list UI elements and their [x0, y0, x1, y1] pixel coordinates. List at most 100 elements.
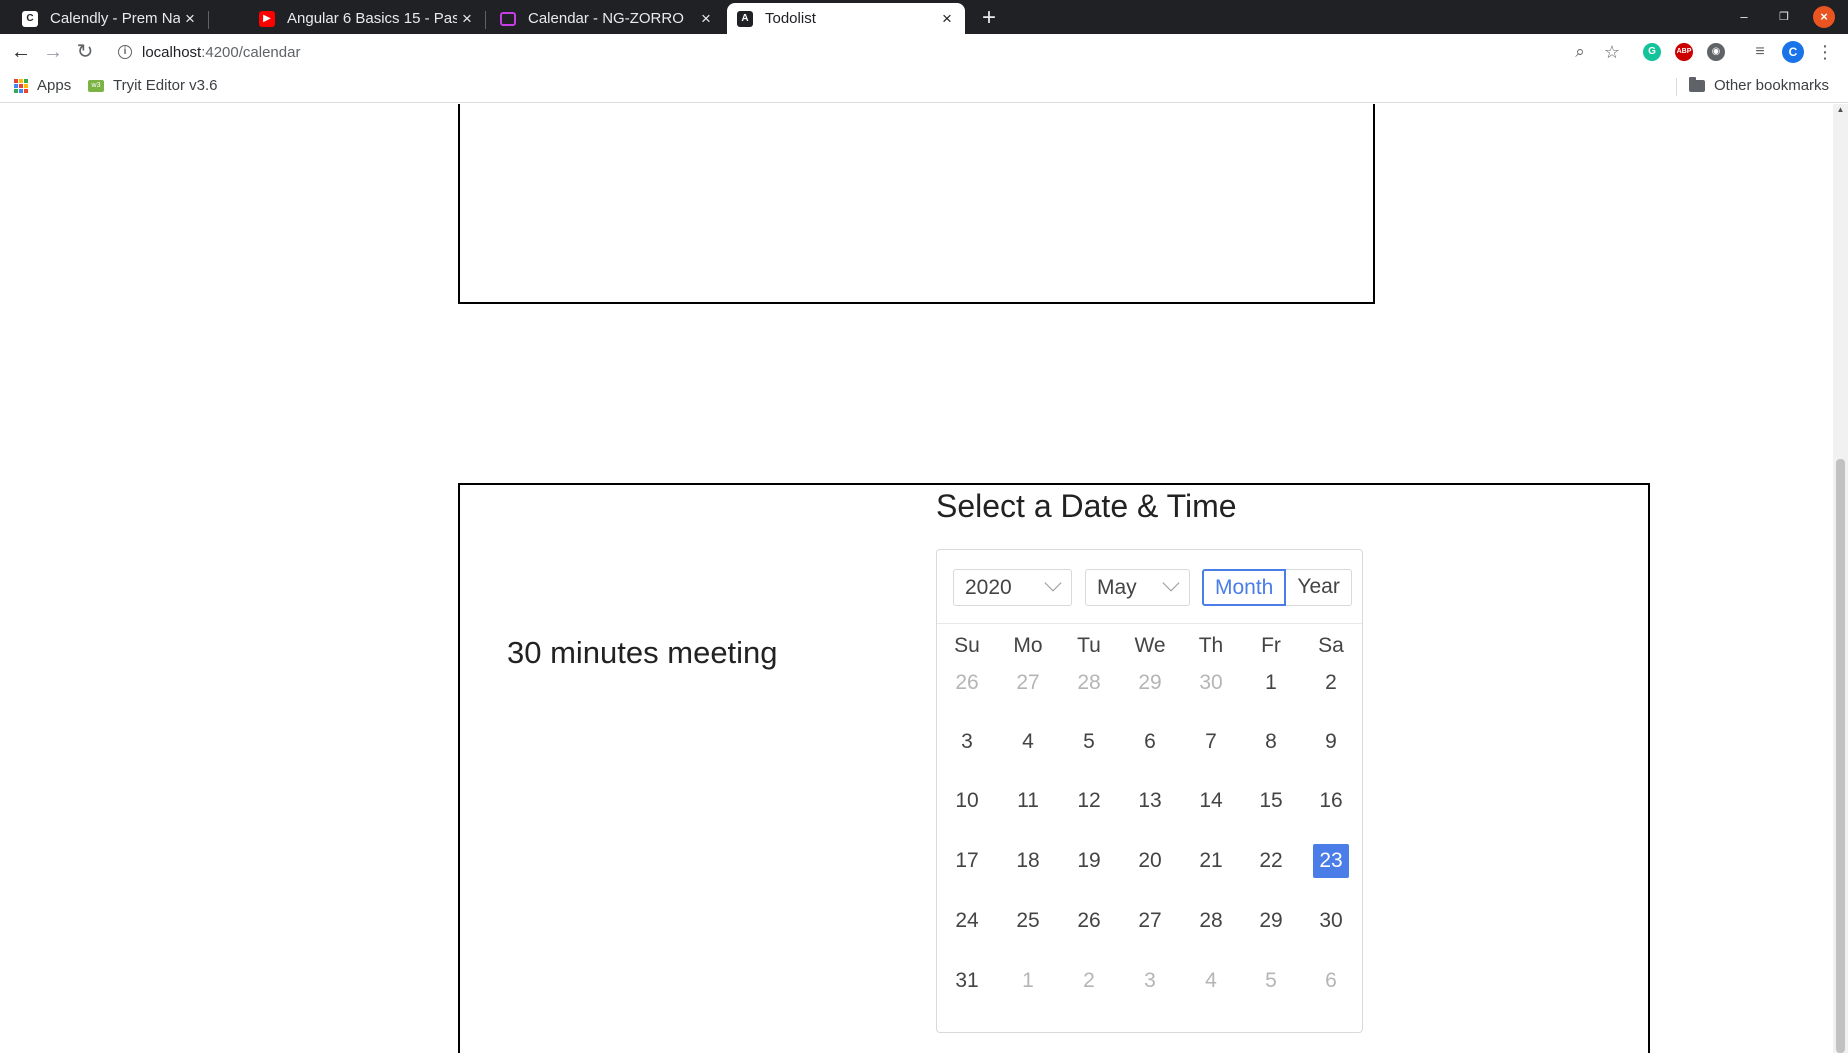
year-select[interactable]: 2020	[953, 569, 1072, 606]
minimize-icon[interactable]: –	[1733, 6, 1755, 28]
page-scrollbar[interactable]: ▲	[1833, 104, 1848, 1053]
date-cell[interactable]: 19	[1071, 844, 1107, 878]
restore-icon[interactable]: ❐	[1773, 6, 1795, 28]
top-bordered-box	[458, 104, 1375, 304]
scrollbar-thumb[interactable]	[1836, 459, 1845, 1053]
select-date-title: Select a Date & Time	[936, 488, 1237, 524]
calendar-header: 2020 May Month Year	[937, 550, 1362, 624]
weekday-label: Th	[1198, 634, 1224, 657]
close-window-icon[interactable]: ×	[1813, 6, 1835, 28]
date-cell[interactable]: 4	[1010, 725, 1046, 759]
date-cell[interactable]: 6	[1132, 725, 1168, 759]
date-cell[interactable]: 7	[1193, 725, 1229, 759]
close-tab-icon[interactable]: ×	[696, 9, 716, 29]
date-cell[interactable]: 6	[1313, 964, 1349, 998]
other-bookmarks-label: Other bookmarks	[1714, 77, 1830, 94]
zoom-icon[interactable]: ⌕	[1568, 40, 1592, 64]
adblock-icon[interactable]: ABP	[1675, 43, 1693, 61]
date-cell[interactable]: 5	[1253, 964, 1289, 998]
date-cell[interactable]: 4	[1193, 964, 1229, 998]
url-path: :4200/calendar	[201, 43, 301, 61]
ng-zorro-favicon-icon	[500, 11, 516, 26]
reload-icon[interactable]: ↻	[73, 40, 97, 64]
apps-bookmark[interactable]: Apps	[14, 77, 71, 94]
new-tab-button[interactable]: +	[975, 4, 1003, 32]
tab-todolist[interactable]: A Todolist ×	[727, 3, 965, 34]
date-cell[interactable]: 3	[1132, 964, 1168, 998]
calendar-card: 2020 May Month Year Su Mo Tu We Th Fr Sa 26 27 2…	[936, 549, 1363, 1033]
weekday-label: Sa	[1318, 634, 1344, 657]
bookmark-star-icon[interactable]: ☆	[1600, 40, 1624, 64]
date-cell[interactable]: 25	[1010, 904, 1046, 938]
url-text: localhost:4200/calendar	[142, 44, 300, 61]
date-cell[interactable]: 29	[1132, 666, 1168, 700]
date-cell[interactable]: 27	[1010, 666, 1046, 700]
date-cell[interactable]: 21	[1193, 844, 1229, 878]
date-cell[interactable]: 15	[1253, 784, 1289, 818]
date-cell[interactable]: 10	[949, 784, 985, 818]
date-cell[interactable]: 26	[949, 666, 985, 700]
month-mode-button[interactable]: Month	[1202, 569, 1287, 606]
weekday-header-row: Su Mo Tu We Th Fr Sa	[937, 634, 1362, 664]
menu-kebab-icon[interactable]: ⋮	[1813, 40, 1837, 64]
meeting-title: 30 minutes meeting	[507, 635, 778, 670]
tab-ng-zorro[interactable]: Calendar - NG-ZORRO ×	[478, 3, 724, 34]
profile-avatar[interactable]: C	[1782, 41, 1804, 63]
apps-label: Apps	[37, 77, 72, 94]
date-cell[interactable]: 13	[1132, 784, 1168, 818]
date-cell[interactable]: 31	[949, 964, 985, 998]
date-cell[interactable]: 2	[1313, 666, 1349, 700]
bookmarks-bar: Apps w3 Tryit Editor v3.6 Other bookmark…	[0, 70, 1848, 103]
w3schools-icon: w3	[88, 79, 104, 92]
year-mode-button[interactable]: Year	[1286, 569, 1352, 606]
date-cell-selected[interactable]: 23	[1313, 844, 1349, 878]
date-cell[interactable]: 9	[1313, 725, 1349, 759]
close-tab-icon[interactable]: ×	[937, 9, 957, 29]
extension-icon[interactable]: ◉	[1707, 43, 1725, 61]
date-cell[interactable]: 16	[1313, 784, 1349, 818]
year-select-value: 2020	[965, 576, 1012, 599]
tab-angular-basics[interactable]: ▶ Angular 6 Basics 15 - Pass ×	[239, 3, 486, 34]
weekday-label: Tu	[1077, 634, 1101, 657]
date-cell[interactable]: 27	[1132, 904, 1168, 938]
other-bookmarks-folder[interactable]: Other bookmarks	[1689, 76, 1830, 94]
browser-toolbar: ← → ↻ i localhost:4200/calendar ⌕ ☆ G AB…	[0, 34, 1848, 70]
date-cell[interactable]: 3	[949, 725, 985, 759]
back-arrow-icon[interactable]: ←	[9, 40, 33, 64]
date-cell[interactable]: 1	[1010, 964, 1046, 998]
date-cell[interactable]: 1	[1253, 666, 1289, 700]
date-cell[interactable]: 12	[1071, 784, 1107, 818]
youtube-favicon-icon: ▶	[259, 10, 275, 27]
date-cell[interactable]: 24	[949, 904, 985, 938]
month-select[interactable]: May	[1085, 569, 1190, 606]
date-cell[interactable]: 29	[1253, 904, 1289, 938]
date-cell[interactable]: 22	[1253, 844, 1289, 878]
close-tab-icon[interactable]: ×	[180, 9, 200, 29]
tab-calendly[interactable]: C Calendly - Prem Nath ×	[0, 3, 209, 34]
address-bar[interactable]: i localhost:4200/calendar	[110, 37, 1618, 67]
date-cell[interactable]: 2	[1071, 964, 1107, 998]
date-cell[interactable]: 20	[1132, 844, 1168, 878]
date-cell[interactable]: 28	[1193, 904, 1229, 938]
tab-separator	[208, 11, 209, 29]
date-cell[interactable]: 30	[1193, 666, 1229, 700]
close-tab-icon[interactable]: ×	[457, 9, 477, 29]
media-queue-icon[interactable]: ≡	[1748, 40, 1772, 64]
grammarly-icon[interactable]: G	[1643, 43, 1661, 61]
date-cell[interactable]: 11	[1010, 784, 1046, 818]
date-cell[interactable]: 28	[1071, 666, 1107, 700]
tryit-editor-bookmark[interactable]: w3 Tryit Editor v3.6	[88, 77, 217, 94]
chevron-down-icon	[1044, 574, 1062, 592]
tab-title: Calendar - NG-ZORRO	[528, 10, 684, 27]
forward-arrow-icon[interactable]: →	[41, 40, 65, 64]
date-cell[interactable]: 5	[1071, 725, 1107, 759]
date-cell[interactable]: 17	[949, 844, 985, 878]
scroll-up-arrow-icon[interactable]: ▲	[1836, 106, 1845, 114]
date-cell[interactable]: 14	[1193, 784, 1229, 818]
date-cell[interactable]: 8	[1253, 725, 1289, 759]
date-cell[interactable]: 18	[1010, 844, 1046, 878]
site-info-icon[interactable]: i	[118, 45, 132, 59]
date-cell[interactable]: 26	[1071, 904, 1107, 938]
date-cell[interactable]: 30	[1313, 904, 1349, 938]
month-select-value: May	[1097, 576, 1137, 599]
